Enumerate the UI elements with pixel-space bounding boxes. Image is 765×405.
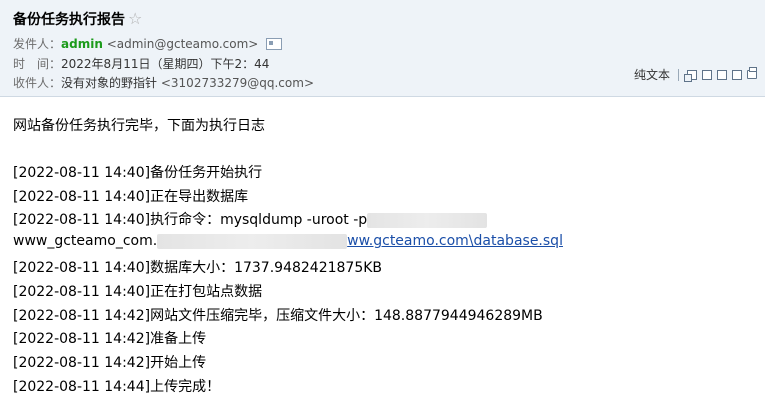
intro-text: 网站备份任务执行完毕，下面为执行日志	[13, 118, 265, 134]
from-row: 发件人：admin <admin@gcteamo.com>	[13, 35, 283, 52]
time-row: 时 间：2022年8月11日（星期四）下午2：44	[13, 55, 269, 72]
mail-subject: 备份任务执行报告 ☆	[13, 9, 142, 29]
mail-header: 备份任务执行报告 ☆ 发件人：admin <admin@gcteamo.com> …	[0, 0, 765, 97]
mail-toolbar: 纯文本	[634, 66, 757, 83]
subject-text: 备份任务执行报告	[13, 12, 125, 28]
log-line: [2022-08-11 14:42]网站文件压缩完毕，压缩文件大小：148.88…	[13, 308, 543, 324]
star-icon[interactable]: ☆	[128, 9, 142, 28]
contact-card-icon[interactable]	[266, 37, 283, 50]
log-db-name: www_gcteamo_com.	[13, 233, 158, 249]
log-line: [2022-08-11 14:40]正在导出数据库	[13, 189, 249, 205]
forward-icon[interactable]	[732, 69, 742, 80]
recipient-address: <3102733279@qq.com>	[160, 76, 314, 90]
backup-file-link[interactable]: ww.gcteamo.com\database.sql	[347, 233, 563, 249]
log-line: [2022-08-11 14:40]备份任务开始执行	[13, 165, 263, 181]
time-label: 时 间：	[13, 57, 62, 71]
download-icon[interactable]	[717, 69, 727, 80]
print-icon[interactable]	[747, 67, 757, 79]
log-line: [2022-08-11 14:40]数据库大小：1737.9482421875K…	[13, 260, 383, 276]
log-command-text: [2022-08-11 14:40]执行命令：mysqldump -uroot …	[13, 212, 368, 228]
log-line: [2022-08-11 14:42]开始上传	[13, 355, 207, 371]
time-value: 2022年8月11日（星期四）下午2：44	[61, 57, 270, 71]
toolbar-divider	[678, 68, 679, 81]
log-line: [2022-08-11 14:40]执行命令：mysqldump -uroot …	[13, 209, 488, 229]
to-row: 收件人：没有对象的野指针 <3102733279@qq.com>	[13, 74, 314, 91]
from-label: 发件人：	[13, 37, 62, 51]
sender-name[interactable]: admin	[61, 37, 103, 51]
redacted-path	[157, 233, 348, 249]
log-line: www_gcteamo_com. ww.gcteamo.com\database.…	[13, 233, 563, 249]
new-window-icon[interactable]	[684, 69, 697, 82]
log-line: [2022-08-11 14:40]正在打包站点数据	[13, 284, 263, 300]
log-line: [2022-08-11 14:42]准备上传	[13, 331, 207, 347]
to-label: 收件人：	[13, 76, 62, 90]
sender-address: <admin@gcteamo.com>	[106, 37, 259, 51]
plain-text-button[interactable]: 纯文本	[634, 66, 670, 83]
recipient-name[interactable]: 没有对象的野指针	[61, 76, 157, 90]
log-line: [2022-08-11 14:44]上传完成！	[13, 379, 221, 395]
redacted-password	[367, 212, 488, 228]
view-source-icon[interactable]	[702, 69, 712, 80]
